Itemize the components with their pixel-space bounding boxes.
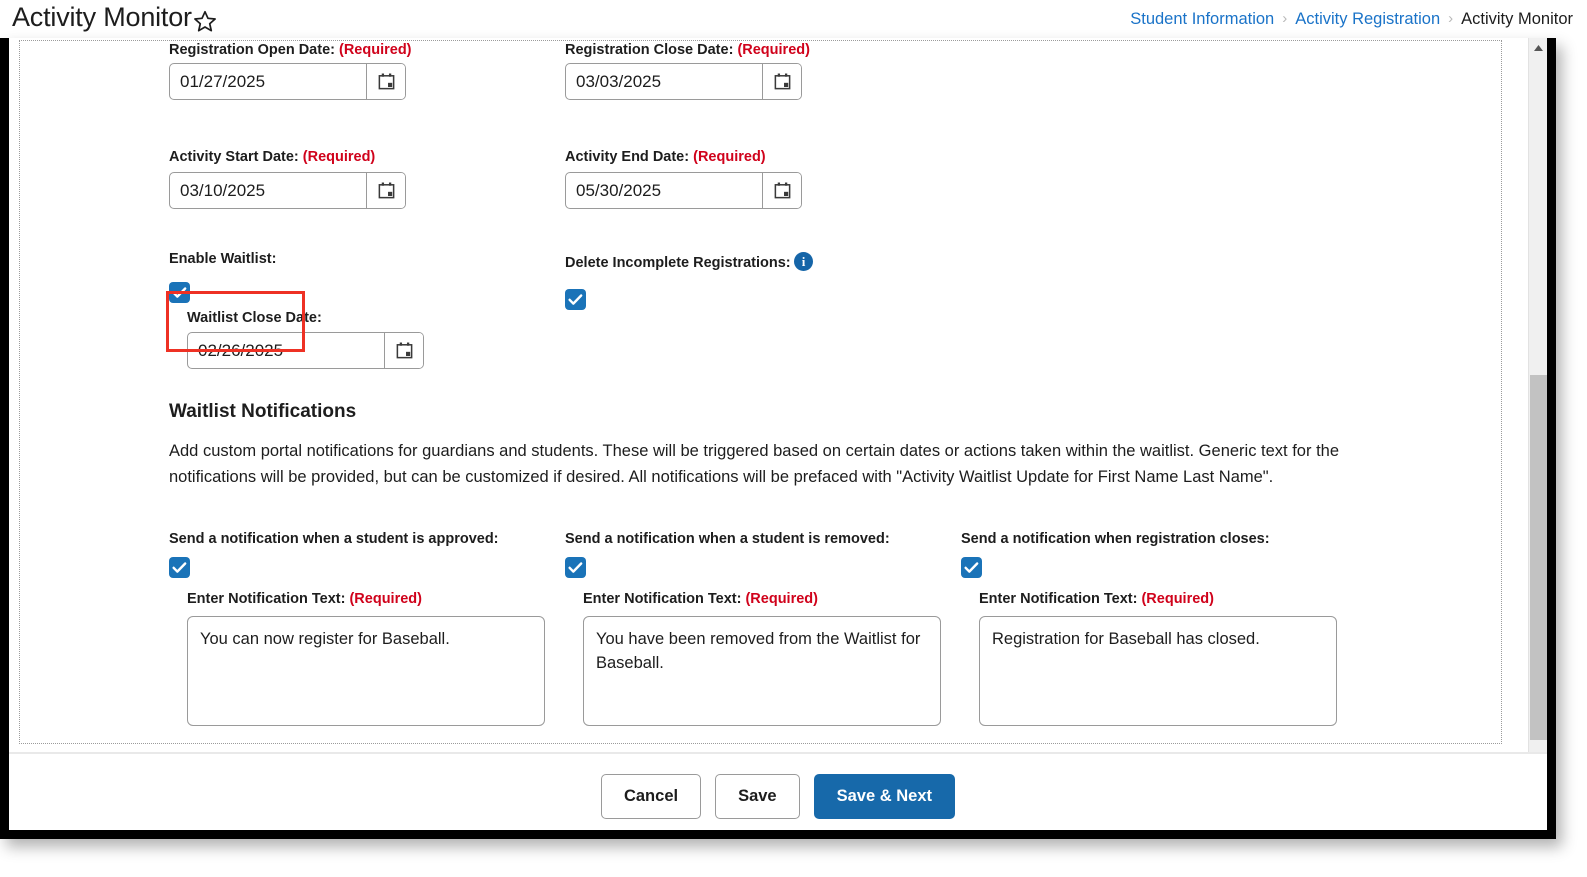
label-text: Enter Notification Text: [979, 591, 1138, 607]
calendar-icon[interactable] [384, 333, 423, 368]
application-window: Registration Open Date: (Required) 01/27… [0, 38, 1556, 839]
notification-removed-checkbox-wrap [565, 557, 965, 589]
waitlist-close-date-field[interactable]: 02/26/2025 [187, 332, 424, 369]
vertical-scrollbar-thumb[interactable] [1530, 375, 1547, 740]
notification-column-removed: Send a notification when a student is re… [565, 531, 965, 726]
breadcrumb: Student Information › Activity Registrat… [1130, 10, 1573, 29]
activity-start-date-label: Activity Start Date: (Required) [169, 149, 375, 165]
notification-approved-label: Send a notification when a student is ap… [169, 531, 499, 547]
required-marker: (Required) [693, 149, 766, 165]
waitlist-notifications-description: Add custom portal notifications for guar… [169, 442, 1340, 486]
notification-registration-closes-label: Send a notification when registration cl… [961, 531, 1270, 547]
label-text: Enter Notification Text: [583, 591, 742, 607]
delete-incomplete-registrations-label: Delete Incomplete Registrations: [565, 255, 791, 271]
registration-close-date-field[interactable]: 03/03/2025 [565, 63, 802, 100]
label-text: Registration Close Date: [565, 42, 734, 58]
required-marker: (Required) [737, 42, 810, 58]
label-text: Activity End Date: [565, 149, 690, 165]
activity-start-date-field[interactable]: 03/10/2025 [169, 172, 406, 209]
waitlist-notifications-heading: Waitlist Notifications [169, 401, 357, 422]
label-text: Registration Open Date: [169, 42, 335, 58]
required-marker: (Required) [1141, 591, 1214, 607]
notification-removed-label: Send a notification when a student is re… [565, 531, 890, 547]
window-content: Registration Open Date: (Required) 01/27… [9, 38, 1547, 830]
activity-detail-panel: Registration Open Date: (Required) 01/27… [19, 40, 1502, 744]
registration-open-date-value[interactable]: 01/27/2025 [170, 64, 366, 99]
calendar-icon[interactable] [366, 173, 405, 208]
notification-column-registration-closes: Send a notification when registration cl… [961, 531, 1361, 726]
registration-close-date-label: Registration Close Date: (Required) [565, 42, 810, 58]
required-marker: (Required) [339, 42, 412, 58]
activity-end-date-field[interactable]: 05/30/2025 [565, 172, 802, 209]
calendar-icon[interactable] [366, 64, 405, 99]
breadcrumb-item-student-information[interactable]: Student Information [1130, 10, 1274, 29]
notification-column-approved: Send a notification when a student is ap… [169, 531, 569, 726]
required-marker: (Required) [349, 591, 422, 607]
notification-approved-checkbox-wrap [169, 557, 569, 589]
save-button[interactable]: Save [715, 774, 800, 819]
action-buttons: Cancel Save Save & Next [9, 774, 1547, 819]
star-outline-icon[interactable] [192, 9, 218, 35]
scrollable-form-region: Registration Open Date: (Required) 01/27… [9, 38, 1547, 752]
chevron-right-icon: › [1448, 10, 1454, 27]
activity-end-date-label: Activity End Date: (Required) [565, 149, 766, 165]
breadcrumb-item-activity-registration[interactable]: Activity Registration [1295, 10, 1440, 29]
delete-incomplete-registrations-checkbox[interactable] [565, 289, 586, 310]
notification-approved-textarea[interactable]: You can now register for Baseball. [187, 616, 545, 726]
required-marker: (Required) [302, 149, 376, 165]
page-title: Activity Monitor [12, 2, 192, 32]
notification-removed-text-label: Enter Notification Text: (Required) [583, 591, 965, 607]
info-icon[interactable]: i [794, 252, 813, 271]
label-text: Enter Notification Text: [187, 591, 346, 607]
cancel-button[interactable]: Cancel [600, 774, 702, 819]
calendar-icon[interactable] [762, 64, 801, 99]
vertical-scrollbar[interactable] [1528, 38, 1547, 752]
activity-start-date-value[interactable]: 03/10/2025 [170, 173, 366, 208]
notification-registration-closes-text-label: Enter Notification Text: (Required) [979, 591, 1361, 607]
notification-removed-checkbox[interactable] [565, 557, 586, 578]
notification-registration-closes-textarea[interactable]: Registration for Baseball has closed. [979, 616, 1337, 726]
waitlist-close-date-value[interactable]: 02/26/2025 [188, 333, 384, 368]
notification-removed-textarea[interactable]: You have been removed from the Waitlist … [583, 616, 941, 726]
calendar-icon[interactable] [762, 173, 801, 208]
chevron-right-icon: › [1282, 10, 1288, 27]
save-and-next-button[interactable]: Save & Next [813, 774, 956, 819]
activity-end-date-value[interactable]: 05/30/2025 [566, 173, 762, 208]
notification-registration-closes-checkbox[interactable] [961, 557, 982, 578]
required-marker: (Required) [745, 591, 818, 607]
registration-open-date-field[interactable]: 01/27/2025 [169, 63, 406, 100]
form-action-bar: Cancel Save Save & Next [9, 752, 1547, 830]
enable-waitlist-checkbox[interactable] [169, 282, 190, 303]
app-header: Activity Monitor Student Information › A… [0, 0, 1587, 38]
label-text: Activity Start Date: [169, 149, 299, 165]
notification-approved-text-label: Enter Notification Text: (Required) [187, 591, 569, 607]
waitlist-close-date-label: Waitlist Close Date: [187, 310, 322, 326]
notification-registration-closes-checkbox-wrap [961, 557, 1361, 589]
breadcrumb-item-activity-monitor: Activity Monitor [1461, 10, 1573, 28]
enable-waitlist-label: Enable Waitlist: [169, 251, 277, 267]
registration-open-date-label: Registration Open Date: (Required) [169, 42, 412, 58]
screenshot-root: Activity Monitor Student Information › A… [0, 0, 1587, 877]
notification-approved-checkbox[interactable] [169, 557, 190, 578]
chevron-up-icon[interactable] [1529, 38, 1547, 58]
registration-close-date-value[interactable]: 03/03/2025 [566, 64, 762, 99]
